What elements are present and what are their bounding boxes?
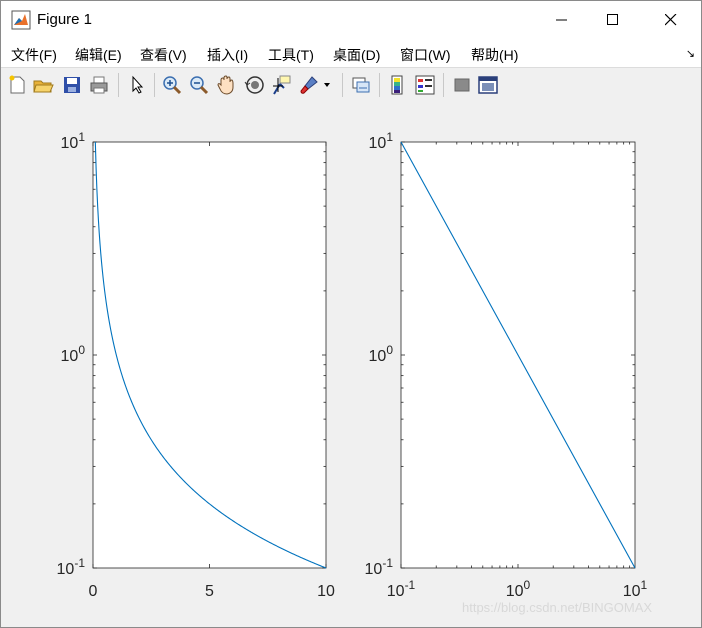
x-tick-label: 101 bbox=[623, 578, 648, 600]
figure-window: Figure 1 文件(F) 编辑(E) 查看(V) 插入(I) 工具(T) 桌… bbox=[0, 0, 702, 628]
maximize-icon bbox=[607, 14, 618, 25]
toolbar-separator bbox=[379, 73, 380, 97]
save-icon[interactable] bbox=[61, 74, 83, 96]
show-plot-tools-icon[interactable] bbox=[477, 74, 499, 96]
pan-icon[interactable] bbox=[215, 74, 237, 96]
legend-icon[interactable] bbox=[414, 74, 436, 96]
y-tick-label: 10-1 bbox=[57, 556, 86, 578]
toolbar-separator bbox=[443, 73, 444, 97]
y-tick-label: 10-1 bbox=[365, 556, 394, 578]
new-figure-icon[interactable] bbox=[6, 74, 28, 96]
hide-plot-tools-icon[interactable] bbox=[451, 74, 473, 96]
zoom-in-icon[interactable] bbox=[161, 74, 183, 96]
axes-left[interactable]: 101 100 10-10 5 10 bbox=[57, 130, 335, 600]
brush-dropdown-icon[interactable] bbox=[323, 82, 331, 88]
maximize-button[interactable] bbox=[590, 1, 636, 39]
toolbar-separator bbox=[154, 73, 155, 97]
menu-insert[interactable]: 插入(I) bbox=[207, 45, 248, 65]
close-button[interactable] bbox=[648, 1, 694, 39]
x-tick-label: 5 bbox=[205, 583, 214, 600]
menu-desktop[interactable]: 桌面(D) bbox=[333, 45, 380, 65]
toolbar-separator bbox=[118, 73, 119, 97]
menu-window[interactable]: 窗口(W) bbox=[400, 45, 451, 65]
title-bar: Figure 1 bbox=[1, 1, 701, 39]
y-tick-label: 100 bbox=[369, 343, 394, 365]
y-tick-label: 101 bbox=[369, 130, 394, 152]
data-cursor-icon[interactable] bbox=[270, 74, 292, 96]
zoom-out-icon[interactable] bbox=[188, 74, 210, 96]
plot-svg: 10110010-10 5 10 10110010-110-1 100 101 bbox=[57, 130, 648, 600]
menu-file[interactable]: 文件(F) bbox=[11, 45, 57, 65]
rotate-3d-icon[interactable] bbox=[244, 74, 266, 96]
matlab-icon bbox=[11, 10, 31, 30]
toolbar-separator bbox=[342, 73, 343, 97]
brush-icon[interactable] bbox=[298, 74, 320, 96]
menu-edit[interactable]: 编辑(E) bbox=[75, 45, 122, 65]
menu-view[interactable]: 查看(V) bbox=[140, 45, 187, 65]
x-tick-label: 0 bbox=[89, 583, 98, 600]
menu-overflow-arrow-icon[interactable]: ↘ bbox=[686, 47, 695, 60]
minimize-button[interactable] bbox=[539, 1, 585, 39]
edit-pointer-icon[interactable] bbox=[126, 74, 148, 96]
colorbar-icon[interactable] bbox=[387, 74, 409, 96]
close-icon bbox=[665, 14, 677, 26]
axes-right[interactable]: 101 100 10-110-1 100 101 bbox=[365, 130, 648, 600]
figure-canvas: 101 100 10-1 0 5 10 101 100 10-1 10-1 100 101 http… bbox=[1, 102, 701, 627]
x-tick-label: 10 bbox=[317, 583, 335, 600]
minimize-icon bbox=[556, 19, 567, 21]
x-tick-label: 10-1 bbox=[387, 578, 416, 600]
x-tick-label: 100 bbox=[506, 578, 531, 600]
open-icon[interactable] bbox=[32, 74, 54, 96]
menu-help[interactable]: 帮助(H) bbox=[471, 45, 518, 65]
watermark-text: https://blog.csdn.net/BINGOMAX bbox=[462, 600, 653, 615]
y-tick-label: 101 bbox=[61, 130, 86, 152]
menu-tools[interactable]: 工具(T) bbox=[268, 45, 314, 65]
print-icon[interactable] bbox=[88, 74, 110, 96]
menu-bar: 文件(F) 编辑(E) 查看(V) 插入(I) 工具(T) 桌面(D) 窗口(W… bbox=[1, 39, 701, 67]
window-title: Figure 1 bbox=[37, 11, 93, 28]
y-tick-label: 100 bbox=[61, 343, 86, 365]
link-plot-icon[interactable] bbox=[350, 74, 372, 96]
figure-toolbar bbox=[1, 67, 701, 103]
